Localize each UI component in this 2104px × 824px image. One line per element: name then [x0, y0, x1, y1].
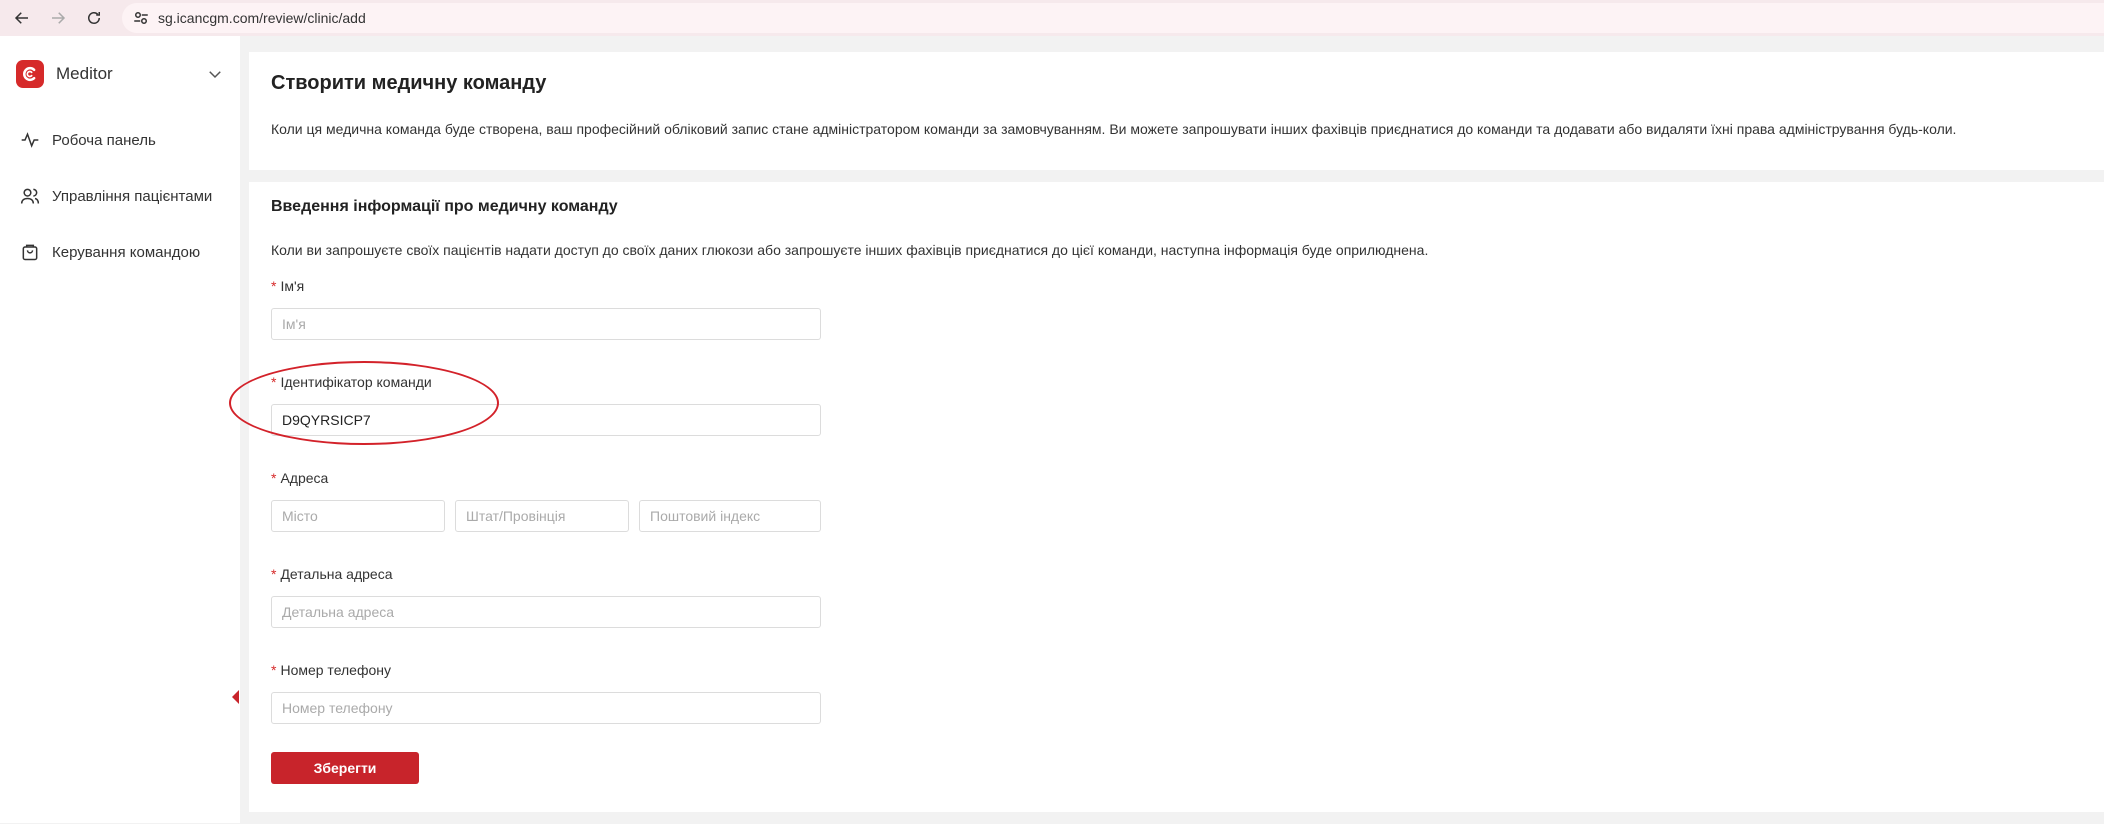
form-title: Введення інформації про медичну команду: [271, 198, 618, 215]
site-settings-icon[interactable]: [132, 9, 150, 27]
required-mark: *: [271, 470, 277, 486]
browser-toolbar: sg.icancgm.com/review/clinic/add: [0, 0, 2104, 36]
brand-name: Meditor: [56, 64, 113, 83]
name-label: * Ім'я: [271, 278, 305, 294]
users-icon: [20, 188, 40, 204]
meditor-logo-icon: [16, 60, 44, 88]
detailed-address-label: * Детальна адреса: [271, 566, 393, 582]
name-input[interactable]: [271, 308, 821, 340]
sidebar-item-label: Керування командою: [52, 243, 201, 261]
state-input[interactable]: [455, 500, 629, 532]
arrow-right-icon: [52, 12, 66, 24]
required-mark: *: [271, 278, 277, 294]
address-row: [271, 500, 2082, 532]
url-text: sg.icancgm.com/review/clinic/add: [158, 10, 366, 26]
arrow-left-icon: [14, 12, 28, 24]
header-card: Створити медичну команду Коли ця медична…: [249, 52, 2104, 170]
sidebar-item-label: Робоча панель: [52, 131, 156, 149]
required-mark: *: [271, 566, 277, 582]
sidebar-item-patients[interactable]: Управління пацієнтами: [0, 168, 240, 224]
city-input[interactable]: [271, 500, 445, 532]
phone-label: * Номер телефону: [271, 662, 392, 678]
main-content: Створити медичну команду Коли ця медична…: [249, 52, 2104, 824]
address-bar[interactable]: sg.icancgm.com/review/clinic/add: [122, 3, 2104, 33]
phone-input[interactable]: [271, 692, 821, 724]
team-info-form: Введення інформації про медичну команду …: [249, 182, 2104, 812]
save-button[interactable]: Зберегти: [271, 752, 419, 784]
reload-icon: [88, 12, 100, 24]
activity-icon: [21, 132, 39, 148]
chevron-down-icon[interactable]: [206, 65, 224, 83]
required-mark: *: [271, 374, 277, 390]
address-label: * Адреса: [271, 470, 329, 486]
sidebar: Meditor Робоча панель Управління пацієнт…: [0, 36, 240, 823]
required-mark: *: [271, 662, 277, 678]
sidebar-item-label: Управління пацієнтами: [52, 187, 213, 205]
team-id-input[interactable]: [271, 404, 821, 436]
page-description: Коли ця медична команда буде створена, в…: [271, 121, 1957, 137]
sidebar-item-dashboard[interactable]: Робоча панель: [0, 112, 240, 168]
zip-input[interactable]: [639, 500, 821, 532]
team-id-label: * Ідентифікатор команди: [271, 374, 432, 390]
page-title: Створити медичну команду: [271, 72, 547, 94]
detailed-address-input[interactable]: [271, 596, 821, 628]
sidebar-item-team[interactable]: Керування командою: [0, 224, 240, 280]
back-button[interactable]: [4, 0, 40, 36]
forward-button[interactable]: [40, 0, 76, 36]
sidebar-collapse-handle[interactable]: [232, 690, 239, 704]
brand-switcher[interactable]: Meditor: [0, 36, 240, 112]
reload-button[interactable]: [76, 0, 112, 36]
form-description: Коли ви запрошуєте своїх пацієнтів надат…: [271, 242, 1429, 258]
shopping-bag-icon: [22, 244, 38, 261]
